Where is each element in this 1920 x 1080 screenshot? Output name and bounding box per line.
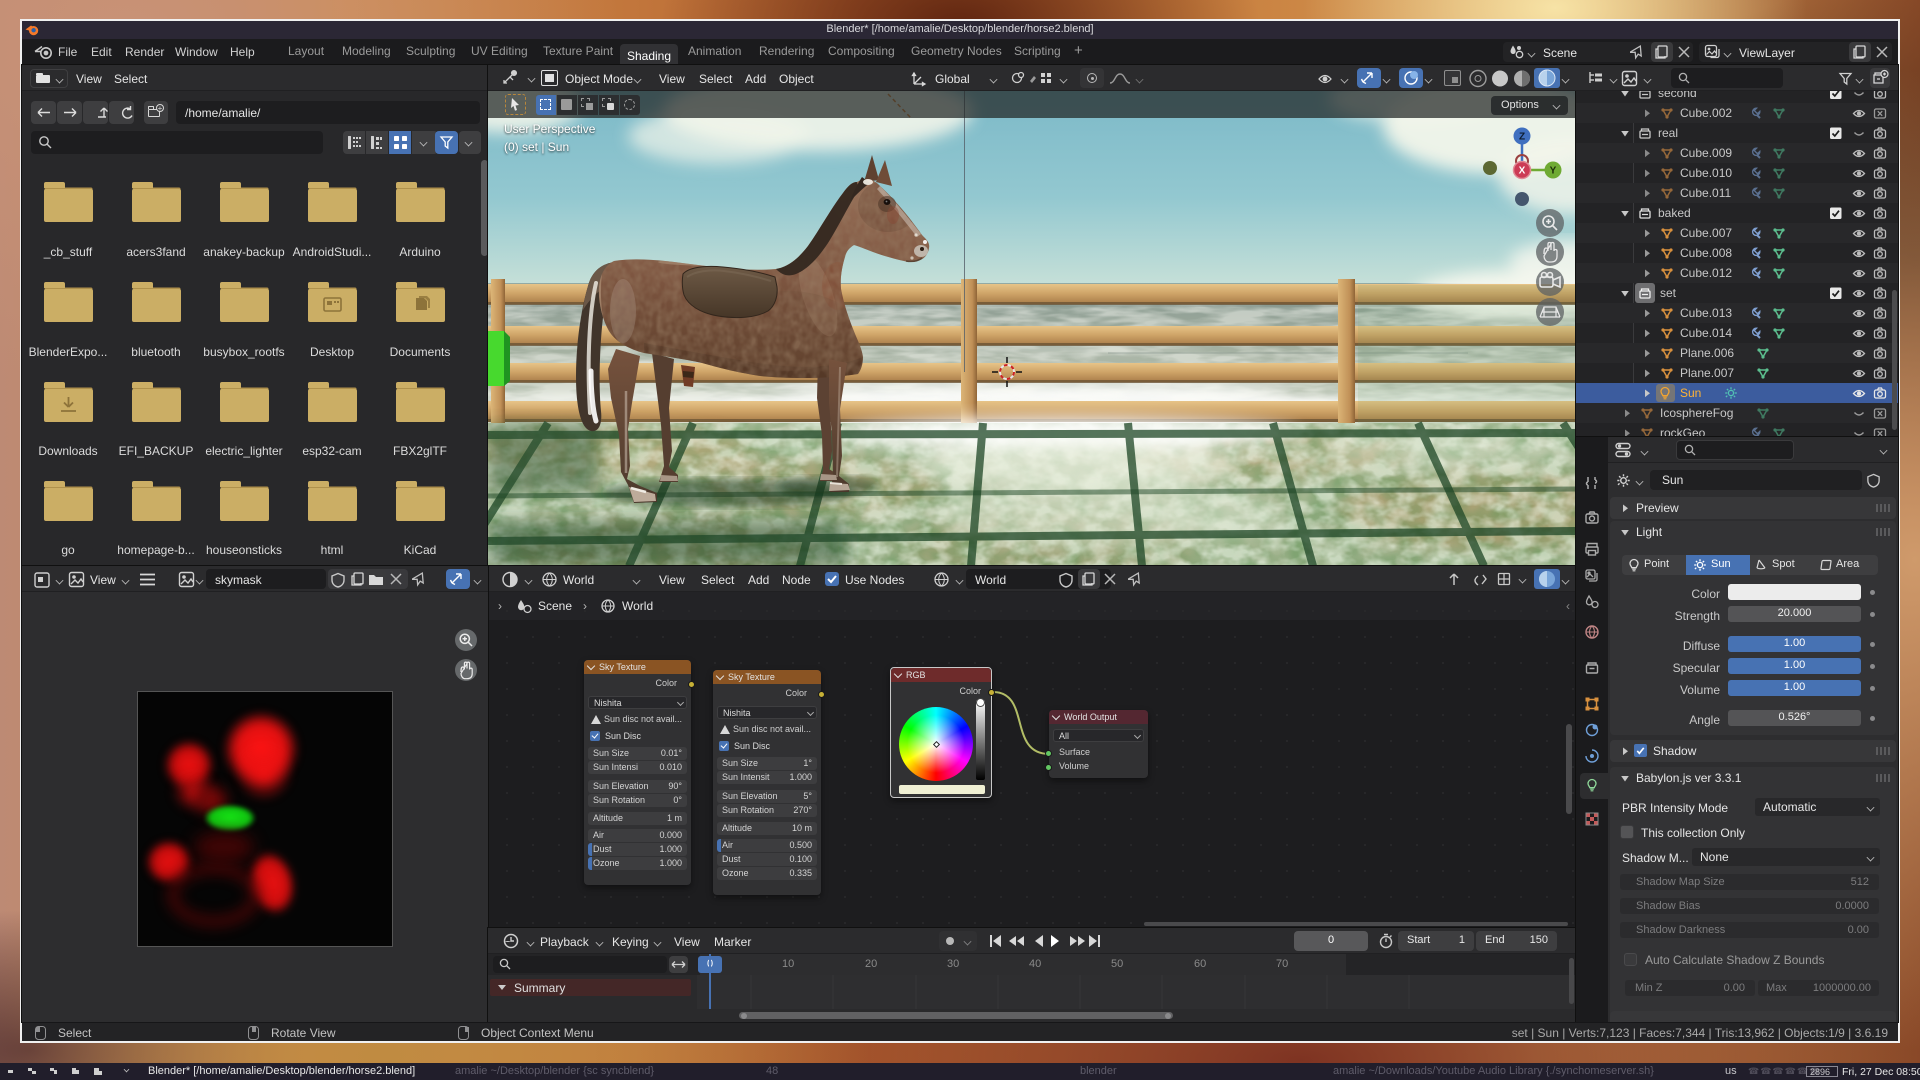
svg-text:X: X bbox=[1519, 166, 1526, 177]
svg-text:Y: Y bbox=[1550, 166, 1557, 177]
svg-text:Z: Z bbox=[1519, 132, 1525, 143]
